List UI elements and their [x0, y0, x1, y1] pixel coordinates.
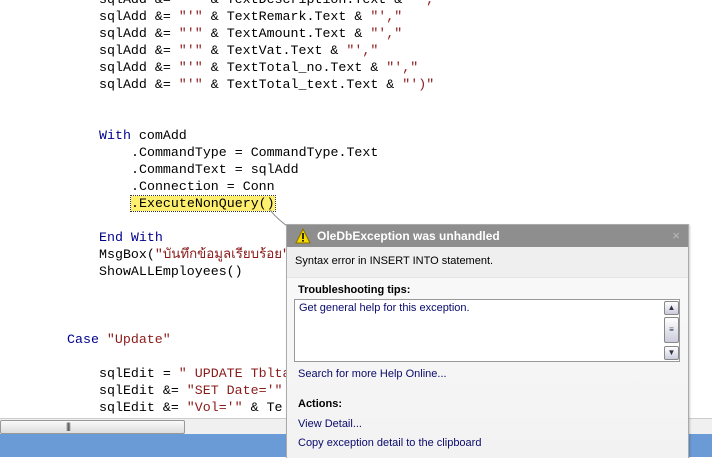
code-line[interactable]: With comAdd: [99, 127, 187, 144]
tips-heading: Troubleshooting tips:: [298, 284, 411, 296]
tips-list[interactable]: Get general help for this exception. ▲ ≡…: [294, 299, 680, 362]
code-text: ShowALLEmployees(): [99, 264, 243, 279]
code-line[interactable]: .Connection = Conn: [131, 178, 275, 195]
code-text: & TextTotal_text.Text &: [202, 77, 403, 92]
close-icon[interactable]: ×: [672, 225, 680, 247]
code-line[interactable]: ShowALLEmployees(): [99, 263, 243, 280]
scrollbar-thumb[interactable]: |||: [0, 420, 185, 434]
code-text: sqlEdit &=: [99, 400, 187, 415]
code-text: .Connection = Conn: [131, 179, 275, 194]
code-text: sqlAdd &=: [99, 0, 179, 7]
grip-icon: |||: [66, 421, 71, 431]
code-string: "',": [346, 43, 379, 58]
code-line[interactable]: sqlAdd &= "'" & TextDescription.Text & "…: [99, 0, 442, 8]
code-line[interactable]: sqlAdd &= "'" & TextVat.Text & "',": [99, 42, 378, 59]
code-keyword: Case: [67, 332, 99, 347]
code-line[interactable]: sqlEdit &= "Vol='" & Te: [99, 399, 283, 416]
code-text: sqlAdd &=: [99, 26, 179, 41]
code-text: & TextTotal_no.Text &: [202, 60, 387, 75]
code-text: sqlAdd &=: [99, 60, 179, 75]
code-line[interactable]: Case "Update": [67, 331, 171, 348]
code-string: " UPDATE Tblta: [178, 366, 291, 381]
code-line[interactable]: sqlAdd &= "'" & TextTotal_no.Text & "',": [99, 59, 418, 76]
code-string: "Vol='": [186, 400, 243, 415]
code-text: & Te: [242, 400, 283, 415]
code-text: sqlAdd &=: [99, 43, 179, 58]
code-string: "บันทึกข้อมูลเรียบร้อย": [154, 247, 290, 262]
warning-icon: [295, 228, 311, 244]
code-text: .CommandType = CommandType.Text: [131, 145, 379, 160]
code-text: & TextAmount.Text &: [202, 26, 371, 41]
code-text: & TextVat.Text &: [202, 43, 347, 58]
actions-heading: Actions:: [298, 398, 342, 410]
code-line[interactable]: sqlEdit &= "SET Date='": [99, 382, 283, 399]
view-detail-link[interactable]: View Detail...: [298, 418, 362, 430]
code-string: "'": [178, 60, 203, 75]
code-keyword: End With: [99, 230, 163, 245]
code-string: "'": [179, 0, 203, 7]
code-line[interactable]: sqlEdit = " UPDATE Tblta: [99, 365, 291, 382]
code-text: & TextRemark.Text &: [202, 9, 371, 24]
code-line[interactable]: End With: [99, 229, 163, 246]
popup-title: OleDbException was unhandled: [317, 229, 500, 243]
code-string: "',": [410, 0, 442, 7]
scroll-thumb[interactable]: ≡: [664, 317, 679, 343]
code-line[interactable]: .CommandText = sqlAdd: [131, 161, 299, 178]
copy-exception-link[interactable]: Copy exception detail to the clipboard: [298, 437, 481, 449]
code-text: comAdd: [130, 128, 187, 143]
exception-assistant-popup: OleDbException was unhandled × Syntax er…: [286, 224, 689, 458]
code-text: sqlEdit =: [99, 366, 179, 381]
code-text: MsgBox(: [99, 247, 155, 262]
code-text: sqlEdit &=: [99, 383, 187, 398]
code-text: & TextDescription.Text &: [203, 0, 410, 7]
code-line[interactable]: MsgBox("บันทึกข้อมูลเรียบร้อย": [99, 246, 290, 263]
scroll-up-icon[interactable]: ▲: [664, 301, 679, 315]
code-text: sqlAdd &=: [99, 77, 179, 92]
code-string: "Update": [106, 332, 171, 347]
code-keyword: With: [99, 128, 131, 143]
code-line[interactable]: sqlAdd &= "'" & TextAmount.Text & "',": [99, 25, 402, 42]
code-string: "SET Date='": [186, 383, 283, 398]
code-string: "'": [178, 43, 203, 58]
code-string: "')": [402, 77, 435, 92]
tips-scrollbar[interactable]: ▲ ≡ ▼: [664, 301, 679, 360]
code-text: sqlAdd &=: [99, 9, 179, 24]
exception-message: Syntax error in INSERT INTO statement.: [287, 247, 688, 278]
search-help-online-link[interactable]: Search for more Help Online...: [298, 368, 447, 380]
scroll-down-icon[interactable]: ▼: [664, 346, 679, 360]
code-line[interactable]: sqlAdd &= "'" & TextRemark.Text & "',": [99, 8, 402, 25]
tip-item[interactable]: Get general help for this exception.: [295, 300, 679, 316]
code-line[interactable]: .ExecuteNonQuery(): [130, 195, 276, 212]
code-string: "'": [178, 77, 203, 92]
code-string: "',": [370, 26, 403, 41]
code-string: "',": [370, 9, 403, 24]
code-text: .CommandText = sqlAdd: [131, 162, 299, 177]
code-line[interactable]: sqlAdd &= "'" & TextTotal_text.Text & "'…: [99, 76, 434, 93]
popup-title-bar: OleDbException was unhandled ×: [287, 225, 688, 247]
current-statement-highlight: .ExecuteNonQuery(): [130, 195, 276, 212]
code-string: "',": [386, 60, 419, 75]
code-string: "'": [178, 26, 203, 41]
code-string: "'": [178, 9, 203, 24]
code-line[interactable]: .CommandType = CommandType.Text: [131, 144, 378, 161]
